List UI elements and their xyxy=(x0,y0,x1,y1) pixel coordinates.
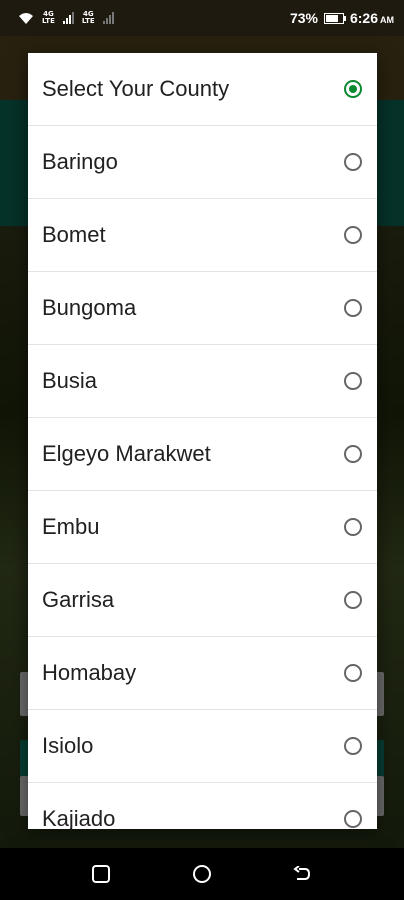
home-button[interactable] xyxy=(189,861,215,887)
county-option-label: Embu xyxy=(42,514,100,539)
county-options-list: Select Your County Baringo Bomet Bungoma Bus… xyxy=(28,53,377,829)
clock: 6:26 AM xyxy=(350,10,394,26)
county-option-label: Baringo xyxy=(42,149,118,174)
county-option[interactable]: Elgeyo Marakwet xyxy=(28,418,377,491)
radio-unchecked-icon[interactable] xyxy=(344,153,362,171)
county-option-label: Kajiado xyxy=(42,806,116,829)
navigation-bar xyxy=(0,848,404,900)
radio-unchecked-icon[interactable] xyxy=(344,737,362,755)
radio-unchecked-icon[interactable] xyxy=(344,810,362,828)
signal-strength-icon xyxy=(62,12,74,24)
radio-unchecked-icon[interactable] xyxy=(344,518,362,536)
radio-unchecked-icon[interactable] xyxy=(344,664,362,682)
radio-unchecked-icon[interactable] xyxy=(344,299,362,317)
status-icons-right: 73% 6:26 AM xyxy=(290,9,394,27)
radio-unchecked-icon[interactable] xyxy=(344,591,362,609)
home-icon xyxy=(193,865,211,883)
county-option-label: Bungoma xyxy=(42,295,137,320)
status-icons-left: 4G LTE 4G LTE xyxy=(18,9,114,27)
county-option[interactable]: Garrisa xyxy=(28,564,377,637)
county-option[interactable]: Bungoma xyxy=(28,272,377,345)
recent-apps-button[interactable] xyxy=(88,861,114,887)
battery-icon xyxy=(323,12,346,24)
county-option-placeholder[interactable]: Select Your County xyxy=(28,53,377,126)
network-type-icon-2: 4G LTE xyxy=(81,10,95,25)
county-option-label: Elgeyo Marakwet xyxy=(42,441,211,466)
county-option[interactable]: Bomet xyxy=(28,199,377,272)
radio-unchecked-icon[interactable] xyxy=(344,372,362,390)
battery-percent: 73% xyxy=(289,10,318,26)
radio-unchecked-icon[interactable] xyxy=(344,445,362,463)
recent-apps-icon xyxy=(92,865,110,883)
back-button[interactable] xyxy=(289,861,315,887)
wifi-icon xyxy=(19,12,33,24)
status-bar: 4G LTE 4G LTE 73% 6:26 AM xyxy=(0,0,404,36)
county-option-label: Isiolo xyxy=(42,733,94,758)
county-option-label: Select Your County xyxy=(42,76,230,101)
county-option[interactable]: Embu xyxy=(28,491,377,564)
radio-checked-icon[interactable] xyxy=(344,80,362,98)
radio-unchecked-icon[interactable] xyxy=(344,226,362,244)
county-option-label: Garrisa xyxy=(42,587,115,612)
network-type-icon: 4G LTE xyxy=(42,10,55,25)
county-option[interactable]: Homabay xyxy=(28,637,377,710)
clock-time: 6:26 xyxy=(349,10,378,26)
county-option-label: Busia xyxy=(42,368,98,393)
signal-strength-icon-2 xyxy=(102,12,114,24)
radio-dot xyxy=(349,85,357,93)
clock-ampm: AM xyxy=(380,15,394,25)
county-option-label: Homabay xyxy=(42,660,137,685)
back-icon xyxy=(293,866,311,880)
county-option[interactable]: Isiolo xyxy=(28,710,377,783)
county-option[interactable]: Kajiado xyxy=(28,783,377,829)
county-select-dialog: Select Your County Baringo Bomet Bungoma Bus… xyxy=(28,53,377,829)
county-option[interactable]: Baringo xyxy=(28,126,377,199)
county-option[interactable]: Busia xyxy=(28,345,377,418)
county-option-label: Bomet xyxy=(42,222,106,247)
